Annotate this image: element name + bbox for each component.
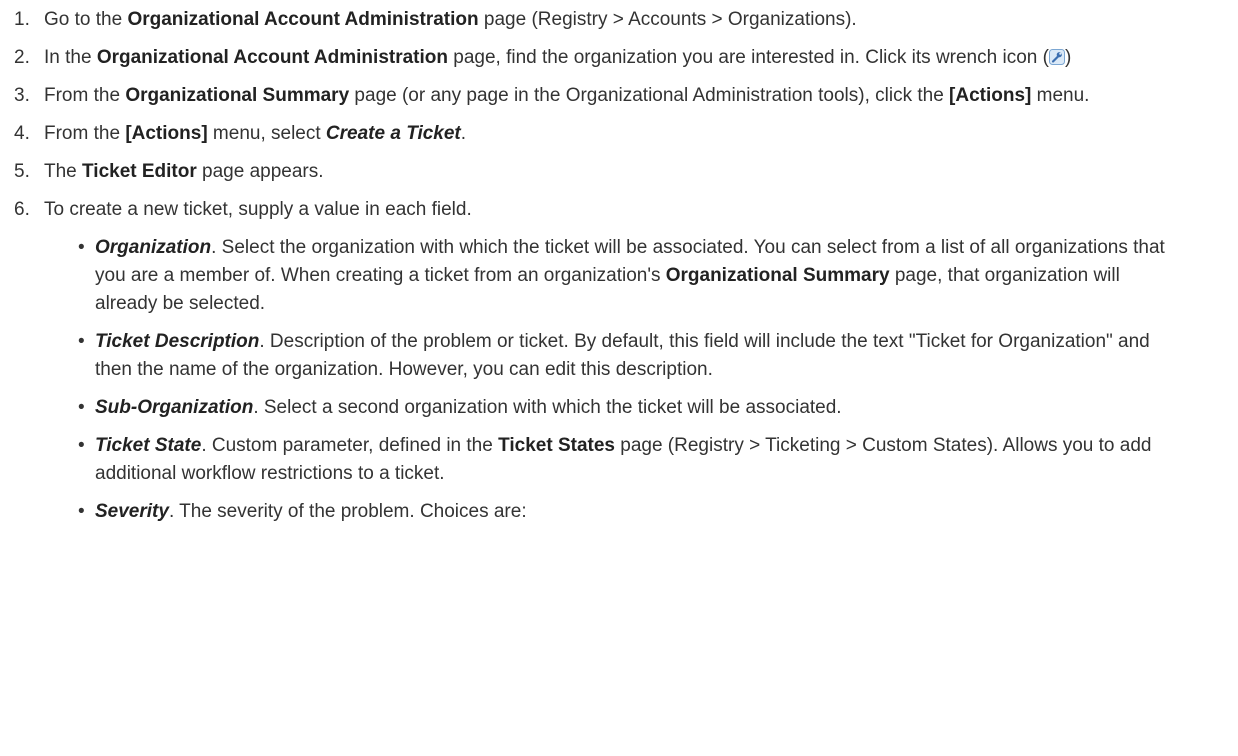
field-item-severity: • Severity. The severity of the problem. …: [0, 498, 1218, 526]
text-run: . The severity of the problem. Choices a…: [168, 501, 527, 522]
step-text: From the Organizational Summary page (or…: [44, 85, 1089, 106]
bold-term: Organizational Account Administration: [96, 47, 448, 68]
bullet-dot: •: [78, 435, 85, 456]
step-3: 3. From the Organizational Summary page (…: [0, 82, 1238, 110]
field-item-organization: • Organization. Select the organization w…: [0, 234, 1218, 318]
field-term: Create a Ticket: [325, 123, 461, 144]
field-text: Ticket State. Custom parameter, defined …: [95, 435, 1151, 484]
step-text: From the [Actions] menu, select Create a…: [44, 123, 466, 144]
bullet-dot: •: [78, 237, 85, 258]
text-run: page (Registry > Accounts > Organization…: [478, 9, 857, 30]
text-run: .: [460, 123, 467, 144]
step-1: 1. Go to the Organizational Account Admin…: [0, 6, 1238, 34]
bold-term: Ticket Editor: [82, 161, 197, 182]
bold-term: [Actions]: [125, 123, 208, 144]
field-text: Ticket Description. Description of the p…: [95, 331, 1150, 380]
text-run: page (or any page in the Organizational …: [349, 85, 950, 106]
field-list: • Organization. Select the organization w…: [44, 234, 1218, 526]
text-run: Go to the: [44, 9, 128, 30]
bold-term: [Actions]: [949, 85, 1032, 106]
bold-term: Organizational Summary: [125, 85, 350, 106]
text-run: In the: [44, 47, 97, 68]
bold-term: Ticket States: [498, 435, 615, 456]
bullet-dot: •: [78, 501, 85, 522]
field-term: Ticket State: [95, 435, 202, 456]
bullet-dot: •: [78, 397, 85, 418]
bold-term: Organizational Summary: [665, 265, 890, 286]
field-term: Severity: [95, 501, 169, 522]
field-term: Ticket Description: [95, 331, 260, 352]
text-run: menu.: [1031, 85, 1090, 106]
text-run: . Select a second organization with whic…: [253, 397, 842, 418]
field-item-sub-organization: • Sub-Organization. Select a second organ…: [0, 394, 1218, 422]
text-run: page appears.: [196, 161, 324, 182]
bold-term: Organizational Account Administration: [127, 9, 479, 30]
step-number: 2.: [14, 47, 30, 68]
field-term: Organization: [95, 237, 212, 258]
step-number: 5.: [14, 161, 30, 182]
text-run: To create a new ticket, supply a value i…: [44, 199, 472, 220]
text-run: . Custom parameter, defined in the: [201, 435, 499, 456]
step-number: 4.: [14, 123, 30, 144]
field-text: Organization. Select the organization wi…: [95, 237, 1165, 314]
steps-list: 1. Go to the Organizational Account Admin…: [0, 6, 1238, 526]
step-number: 1.: [14, 9, 30, 30]
wrench-icon: [1048, 47, 1065, 68]
text-run: From the: [44, 85, 126, 106]
field-text: Sub-Organization. Select a second organi…: [95, 397, 842, 418]
step-number: 6.: [14, 199, 30, 220]
bullet-dot: •: [78, 331, 85, 352]
field-item-ticket-description: • Ticket Description. Description of the …: [0, 328, 1218, 384]
text-run: menu, select: [207, 123, 326, 144]
step-number: 3.: [14, 85, 30, 106]
text-run: ): [1064, 47, 1072, 68]
text-run: From the: [44, 123, 126, 144]
step-6: 6. To create a new ticket, supply a value…: [0, 196, 1238, 526]
field-item-ticket-state: • Ticket State. Custom parameter, defined…: [0, 432, 1218, 488]
document-body: 1. Go to the Organizational Account Admin…: [0, 0, 1238, 526]
field-term: Sub-Organization: [95, 397, 254, 418]
text-run: page, find the organization you are inte…: [448, 47, 1049, 68]
step-text: To create a new ticket, supply a value i…: [44, 199, 472, 220]
step-text: The Ticket Editor page appears.: [44, 161, 324, 182]
step-text: Go to the Organizational Account Adminis…: [44, 9, 857, 30]
step-4: 4. From the [Actions] menu, select Create…: [0, 120, 1238, 148]
step-5: 5. The Ticket Editor page appears.: [0, 158, 1238, 186]
field-text: Severity. The severity of the problem. C…: [95, 501, 527, 522]
text-run: The: [44, 161, 83, 182]
step-2: 2. In the Organizational Account Administ…: [0, 44, 1238, 72]
step-text: In the Organizational Account Administra…: [44, 47, 1071, 68]
